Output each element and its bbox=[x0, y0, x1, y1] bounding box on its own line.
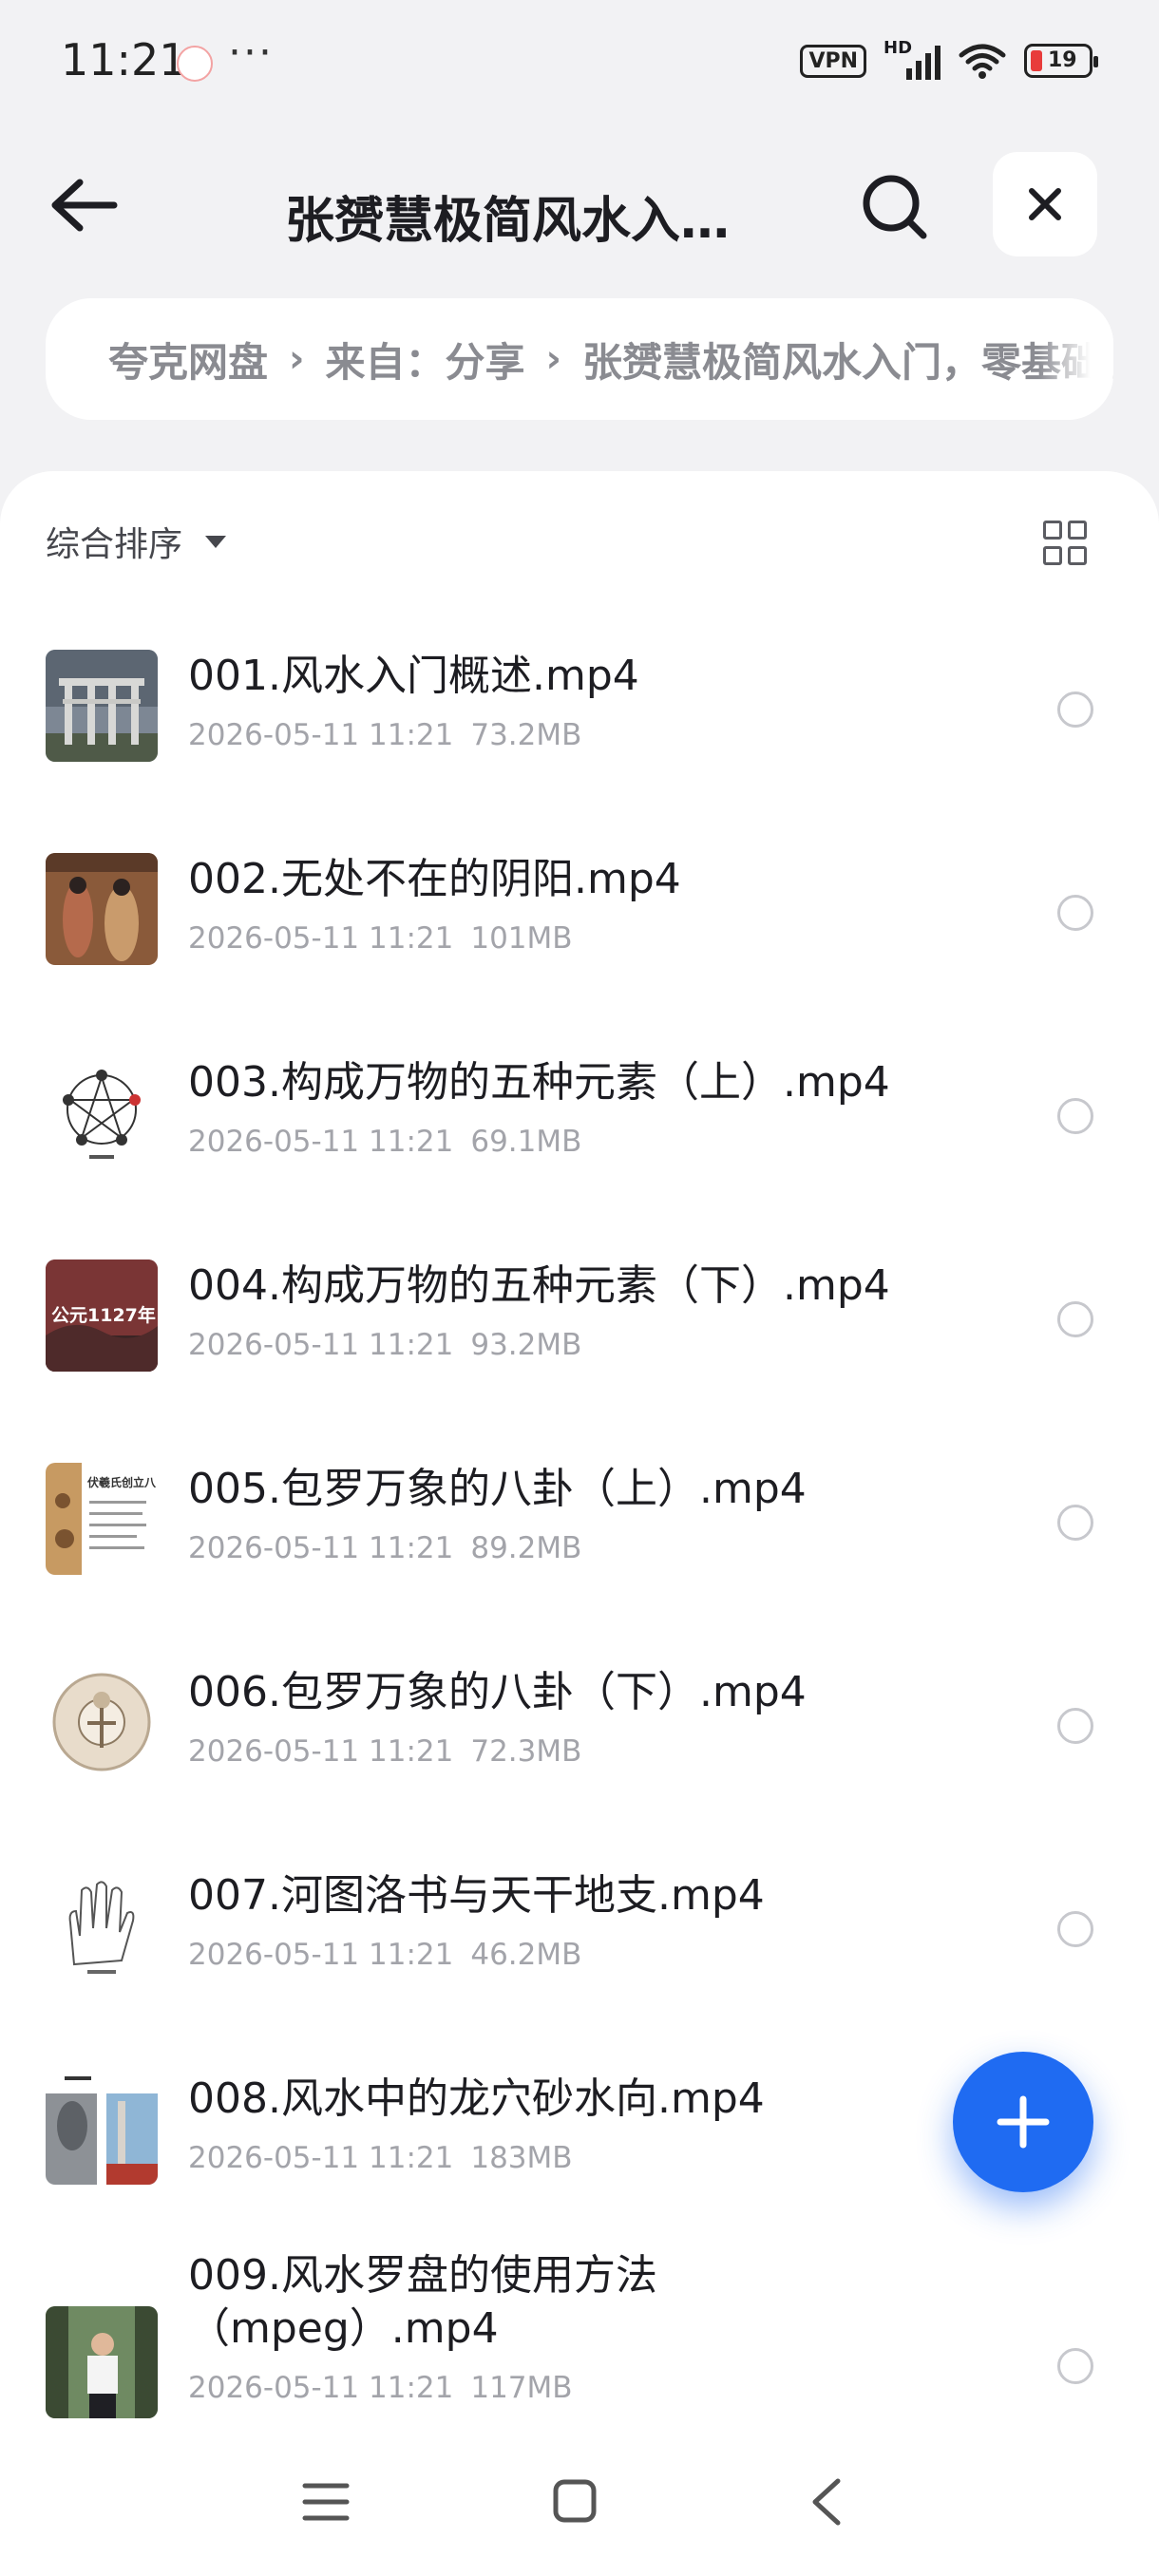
file-name: 008.风水中的龙穴砂水向.mp4 bbox=[188, 2074, 765, 2123]
status-time: 11:21 bbox=[61, 34, 187, 85]
thumbnail-caption: 公元1127年 bbox=[51, 1305, 156, 1326]
breadcrumb: 夸克网盘 › 来自：分享 › 张赟慧极简风水入门，零基础也能学会 bbox=[46, 298, 1113, 420]
back-button[interactable] bbox=[48, 175, 124, 236]
sort-label: 综合排序 bbox=[46, 525, 183, 564]
select-radio[interactable] bbox=[1057, 1098, 1093, 1134]
list-item[interactable]: 007.河图洛书与天干地支.mp4 2026-05-11 11:21 46.2MB bbox=[0, 1824, 1159, 2027]
list-item[interactable]: 001.风水入门概述.mp4 2026-05-11 11:21 73.2MB bbox=[0, 604, 1159, 807]
vpn-icon: VPN bbox=[800, 44, 866, 78]
close-icon bbox=[1029, 188, 1061, 220]
list-item[interactable]: 006.包罗万象的八卦（下）.mp4 2026-05-11 11:21 72.3M… bbox=[0, 1620, 1159, 1824]
search-icon bbox=[863, 175, 927, 239]
video-thumbnail bbox=[46, 650, 158, 762]
file-meta: 2026-05-11 11:21 69.1MB bbox=[188, 1125, 582, 1159]
file-meta: 2026-05-11 11:21 46.2MB bbox=[188, 1938, 582, 1972]
select-radio[interactable] bbox=[1057, 1505, 1093, 1541]
file-meta: 2026-05-11 11:21 117MB bbox=[188, 2371, 573, 2405]
status-bar: 11:21 ··· VPN HD 19 bbox=[0, 0, 1159, 123]
battery-icon: 19 bbox=[1024, 44, 1098, 78]
file-meta: 2026-05-11 11:21 73.2MB bbox=[188, 718, 582, 752]
file-name: 009.风水罗盘的使用方法（mpeg）.mp4 bbox=[188, 2251, 657, 2353]
breadcrumb-item-folder[interactable]: 张赟慧极简风水入门，零基础也能学会 bbox=[582, 331, 1113, 388]
breadcrumb-item-share[interactable]: 来自：分享 bbox=[326, 331, 525, 388]
breadcrumb-separator-icon: › bbox=[545, 337, 561, 381]
video-thumbnail: 公元1127年 bbox=[46, 1260, 158, 1372]
system-navigation-bar bbox=[0, 2432, 1159, 2576]
app-notification-icon bbox=[177, 46, 213, 82]
video-thumbnail bbox=[46, 1056, 158, 1168]
close-button[interactable] bbox=[993, 152, 1097, 256]
video-thumbnail bbox=[46, 1666, 158, 1778]
file-name: 002.无处不在的阴阳.mp4 bbox=[188, 855, 681, 903]
back-icon[interactable] bbox=[809, 2477, 844, 2527]
video-thumbnail bbox=[46, 1869, 158, 1981]
file-meta: 2026-05-11 11:21 101MB bbox=[188, 921, 573, 956]
plus-icon bbox=[997, 2095, 1050, 2149]
select-radio[interactable] bbox=[1057, 1911, 1093, 1947]
more-notifications-icon: ··· bbox=[228, 28, 274, 77]
file-list-panel: 综合排序 001.风水入门概述.mp4 2026-05-11 11:21 73.2… bbox=[0, 471, 1159, 2576]
select-radio[interactable] bbox=[1057, 1708, 1093, 1744]
breadcrumb-item-root[interactable]: 夸克网盘 bbox=[108, 331, 268, 388]
grid-view-icon[interactable] bbox=[1043, 521, 1089, 566]
select-radio[interactable] bbox=[1057, 2348, 1093, 2384]
list-item[interactable]: 伏羲氏创立八 005.包罗万象的八卦（上）.mp4 2026-05-11 11:… bbox=[0, 1417, 1159, 1620]
file-name: 006.包罗万象的八卦（下）.mp4 bbox=[188, 1668, 807, 1716]
wifi-icon bbox=[959, 44, 1006, 79]
select-radio[interactable] bbox=[1057, 1301, 1093, 1337]
menu-icon[interactable] bbox=[302, 2481, 350, 2523]
battery-level: 19 bbox=[1048, 48, 1077, 72]
select-radio[interactable] bbox=[1057, 895, 1093, 931]
video-thumbnail bbox=[46, 853, 158, 965]
signal-icon: HD bbox=[884, 38, 940, 80]
list-item[interactable]: 公元1127年 004.构成万物的五种元素（下）.mp4 2026-05-11 … bbox=[0, 1214, 1159, 1417]
list-item[interactable]: 002.无处不在的阴阳.mp4 2026-05-11 11:21 101MB bbox=[0, 807, 1159, 1011]
file-meta: 2026-05-11 11:21 183MB bbox=[188, 2141, 573, 2175]
search-button[interactable] bbox=[859, 171, 931, 243]
file-name: 007.河图洛书与天干地支.mp4 bbox=[188, 1871, 765, 1920]
file-meta: 2026-05-11 11:21 89.2MB bbox=[188, 1531, 582, 1565]
video-thumbnail bbox=[46, 2073, 158, 2185]
file-name: 004.构成万物的五种元素（下）.mp4 bbox=[188, 1261, 890, 1310]
file-meta: 2026-05-11 11:21 93.2MB bbox=[188, 1328, 582, 1362]
breadcrumb-separator-icon: › bbox=[289, 337, 305, 381]
back-arrow-icon bbox=[51, 179, 118, 232]
file-name: 005.包罗万象的八卦（上）.mp4 bbox=[188, 1465, 807, 1513]
file-name: 003.构成万物的五种元素（上）.mp4 bbox=[188, 1058, 890, 1107]
list-item[interactable]: 003.构成万物的五种元素（上）.mp4 2026-05-11 11:21 69.… bbox=[0, 1011, 1159, 1214]
video-thumbnail: 伏羲氏创立八 bbox=[46, 1463, 158, 1575]
select-radio[interactable] bbox=[1057, 691, 1093, 728]
add-button[interactable] bbox=[953, 2052, 1093, 2192]
video-thumbnail bbox=[46, 2306, 158, 2418]
page-title: 张赟慧极简风水入门，零基础也能学会 bbox=[285, 193, 779, 250]
sort-dropdown[interactable]: 综合排序 bbox=[46, 517, 227, 566]
home-icon[interactable] bbox=[553, 2479, 597, 2523]
file-name: 001.风水入门概述.mp4 bbox=[188, 652, 639, 700]
chevron-down-icon bbox=[205, 535, 227, 548]
file-meta: 2026-05-11 11:21 72.3MB bbox=[188, 1734, 582, 1769]
thumbnail-caption: 伏羲氏创立八 bbox=[87, 1476, 157, 1489]
